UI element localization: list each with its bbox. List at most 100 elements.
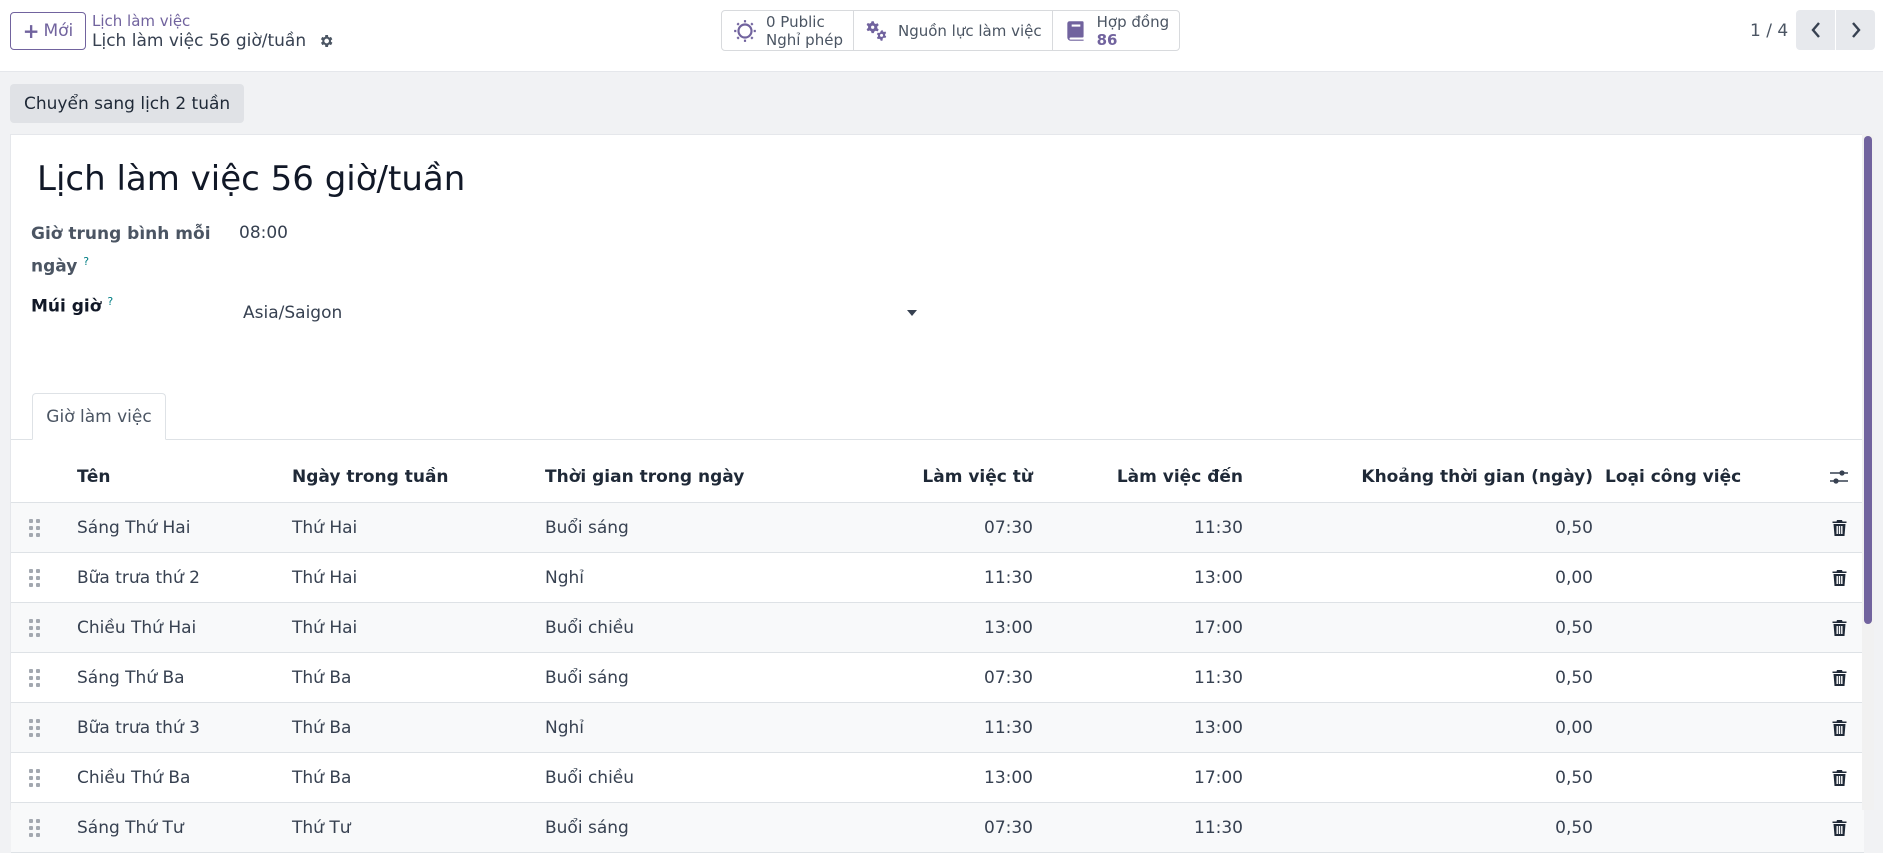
cell-from[interactable]: 11:30 — [861, 553, 1033, 602]
table-row[interactable]: Chiều Thứ Hai Thứ Hai Buổi chiều 13:00 1… — [11, 603, 1864, 653]
cell-name[interactable]: Sáng Thứ Hai — [77, 503, 190, 552]
cell-duration[interactable]: 0,50 — [1311, 653, 1593, 702]
cell-day[interactable]: Thứ Hai — [292, 503, 357, 552]
breadcrumb-parent[interactable]: Lịch làm việc — [92, 12, 190, 30]
drag-handle-icon[interactable] — [27, 703, 41, 752]
control-panel: + Mới Lịch làm việc Lịch làm việc 56 giờ… — [0, 0, 1883, 72]
timezone-select[interactable]: Asia/Saigon — [243, 299, 923, 327]
cell-from[interactable]: 07:30 — [861, 503, 1033, 552]
scrollbar[interactable] — [1862, 134, 1874, 810]
help-icon[interactable]: ? — [83, 255, 89, 268]
cell-to[interactable]: 11:30 — [1071, 653, 1243, 702]
contracts-button[interactable]: Hợp đồng 86 — [1053, 11, 1179, 50]
cell-day[interactable]: Thứ Ba — [292, 753, 351, 802]
trash-icon — [1832, 769, 1846, 786]
delete-row-button[interactable] — [1829, 803, 1849, 852]
cell-name[interactable]: Bữa trưa thứ 3 — [77, 703, 200, 752]
public-holidays-button[interactable]: 0 Public Nghỉ phép — [722, 11, 854, 50]
delete-row-button[interactable] — [1829, 503, 1849, 552]
table-row[interactable]: Bữa trưa thứ 2 Thứ Hai Nghỉ 11:30 13:00 … — [11, 553, 1864, 603]
table-row[interactable]: Sáng Thứ Hai Thứ Hai Buổi sáng 07:30 11:… — [11, 503, 1864, 553]
cell-duration[interactable]: 0,00 — [1311, 703, 1593, 752]
delete-row-button[interactable] — [1829, 653, 1849, 702]
delete-row-button[interactable] — [1829, 603, 1849, 652]
drag-handle-icon[interactable] — [27, 553, 41, 602]
gears-icon — [866, 20, 887, 41]
cell-duration[interactable]: 0,50 — [1311, 603, 1593, 652]
table-row[interactable]: Chiều Thứ Ba Thứ Ba Buổi chiều 13:00 17:… — [11, 753, 1864, 803]
cell-duration[interactable]: 0,50 — [1311, 803, 1593, 852]
new-button[interactable]: + Mới — [10, 12, 86, 50]
cell-period[interactable]: Buổi chiều — [545, 753, 634, 802]
column-header-day[interactable]: Ngày trong tuần — [292, 452, 449, 502]
cell-to[interactable]: 11:30 — [1071, 503, 1243, 552]
cell-from[interactable]: 11:30 — [861, 703, 1033, 752]
column-header-from[interactable]: Làm việc từ — [861, 452, 1033, 502]
sliders-icon — [1830, 470, 1848, 484]
caret-down-icon — [907, 310, 917, 316]
contracts-count: 86 — [1096, 30, 1118, 49]
cell-period[interactable]: Nghỉ — [545, 553, 584, 602]
cell-name[interactable]: Chiều Thứ Ba — [77, 753, 190, 802]
cell-duration[interactable]: 0,00 — [1311, 553, 1593, 602]
table-header: Tên Ngày trong tuần Thời gian trong ngày… — [11, 452, 1864, 503]
public-holidays-label: Nghỉ phép — [766, 30, 843, 49]
record-title[interactable]: Lịch làm việc 56 giờ/tuần — [37, 159, 465, 199]
delete-row-button[interactable] — [1829, 703, 1849, 752]
cell-to[interactable]: 13:00 — [1071, 703, 1243, 752]
cell-period[interactable]: Buổi sáng — [545, 803, 629, 852]
cell-day[interactable]: Thứ Hai — [292, 553, 357, 602]
tab-working-hours[interactable]: Giờ làm việc — [32, 393, 166, 440]
cell-name[interactable]: Bữa trưa thứ 2 — [77, 553, 200, 602]
gear-icon[interactable] — [318, 33, 334, 49]
column-header-type[interactable]: Loại công việc — [1605, 452, 1741, 502]
cell-period[interactable]: Buổi sáng — [545, 503, 629, 552]
cell-period[interactable]: Buổi sáng — [545, 653, 629, 702]
optional-columns-toggle[interactable] — [1829, 452, 1849, 502]
cell-day[interactable]: Thứ Ba — [292, 703, 351, 752]
table-row[interactable]: Bữa trưa thứ 3 Thứ Ba Nghỉ 11:30 13:00 0… — [11, 703, 1864, 753]
drag-handle-icon[interactable] — [27, 503, 41, 552]
cell-day[interactable]: Thứ Hai — [292, 603, 357, 652]
avg-hours-value[interactable]: 08:00 — [239, 223, 288, 243]
switch-two-week-button[interactable]: Chuyển sang lịch 2 tuần — [10, 84, 245, 123]
cell-name[interactable]: Sáng Thứ Tư — [77, 803, 184, 852]
notebook-tabs: Giờ làm việc — [11, 393, 1864, 440]
pager-value[interactable]: 1 / 4 — [1750, 21, 1788, 41]
work-resources-button[interactable]: Nguồn lực làm việc — [854, 11, 1053, 50]
table-row[interactable]: Sáng Thứ Ba Thứ Ba Buổi sáng 07:30 11:30… — [11, 653, 1864, 703]
cell-name[interactable]: Sáng Thứ Ba — [77, 653, 185, 702]
cell-to[interactable]: 17:00 — [1071, 753, 1243, 802]
cell-name[interactable]: Chiều Thứ Hai — [77, 603, 196, 652]
cell-from[interactable]: 13:00 — [861, 753, 1033, 802]
cell-period[interactable]: Nghỉ — [545, 703, 584, 752]
trash-icon — [1832, 669, 1846, 686]
drag-handle-icon[interactable] — [27, 653, 41, 702]
cell-from[interactable]: 13:00 — [861, 603, 1033, 652]
delete-row-button[interactable] — [1829, 753, 1849, 802]
column-header-duration[interactable]: Khoảng thời gian (ngày) — [1311, 452, 1593, 502]
cell-from[interactable]: 07:30 — [861, 653, 1033, 702]
drag-handle-icon[interactable] — [27, 753, 41, 802]
cell-to[interactable]: 13:00 — [1071, 553, 1243, 602]
drag-handle-icon[interactable] — [27, 603, 41, 652]
column-header-period[interactable]: Thời gian trong ngày — [545, 452, 744, 502]
table-row[interactable]: Sáng Thứ Tư Thứ Tư Buổi sáng 07:30 11:30… — [11, 803, 1864, 853]
cell-day[interactable]: Thứ Ba — [292, 653, 351, 702]
help-icon[interactable]: ? — [107, 295, 113, 308]
cell-period[interactable]: Buổi chiều — [545, 603, 634, 652]
pager-next-button[interactable] — [1836, 10, 1875, 50]
cell-to[interactable]: 17:00 — [1071, 603, 1243, 652]
pager-previous-button[interactable] — [1796, 10, 1835, 50]
cell-duration[interactable]: 0,50 — [1311, 503, 1593, 552]
scrollbar-thumb[interactable] — [1864, 136, 1872, 624]
cell-duration[interactable]: 0,50 — [1311, 753, 1593, 802]
delete-row-button[interactable] — [1829, 553, 1849, 602]
column-header-to[interactable]: Làm việc đến — [1071, 452, 1243, 502]
cell-to[interactable]: 11:30 — [1071, 803, 1243, 852]
breadcrumb-current: Lịch làm việc 56 giờ/tuần — [92, 31, 334, 51]
drag-handle-icon[interactable] — [27, 803, 41, 852]
column-header-name[interactable]: Tên — [77, 452, 110, 502]
cell-day[interactable]: Thứ Tư — [292, 803, 351, 852]
cell-from[interactable]: 07:30 — [861, 803, 1033, 852]
